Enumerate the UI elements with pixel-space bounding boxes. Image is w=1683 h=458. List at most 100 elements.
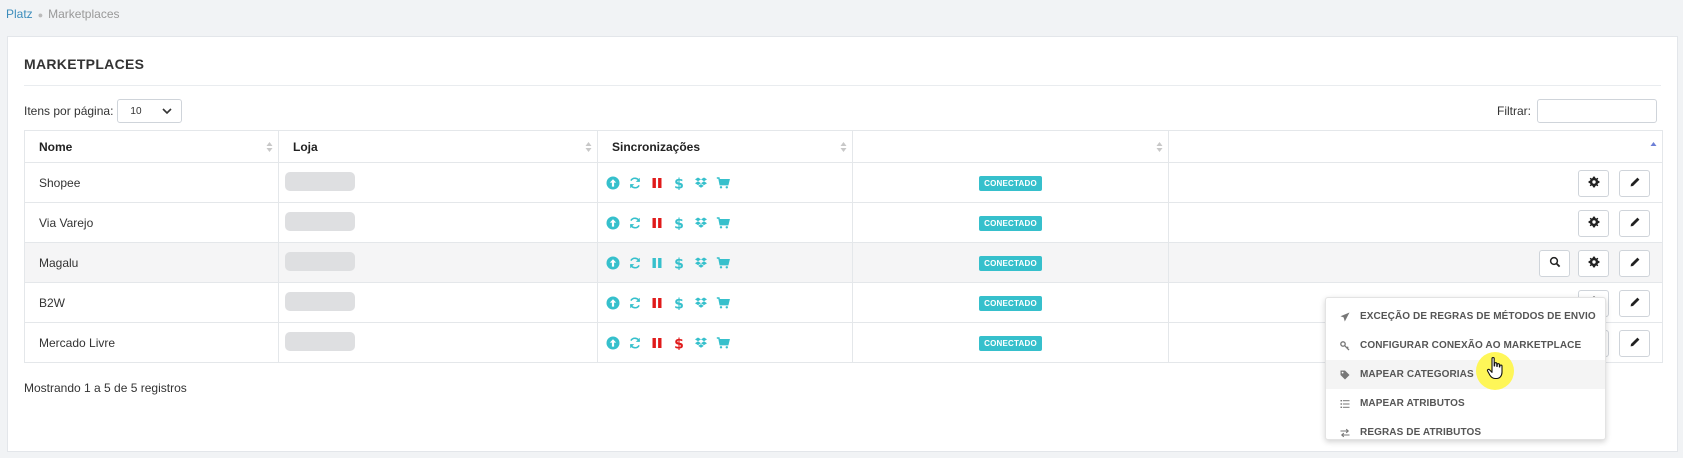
- orders-sync-button[interactable]: [716, 256, 730, 270]
- upload-sync-button[interactable]: [606, 216, 620, 230]
- filter-control: Filtrar:: [1497, 99, 1657, 123]
- price-sync-button[interactable]: $: [672, 176, 686, 190]
- pencil-icon: [1629, 216, 1641, 231]
- orders-sync-button[interactable]: [716, 216, 730, 230]
- upload-sync-button[interactable]: [606, 336, 620, 350]
- orders-sync-button[interactable]: [716, 336, 730, 350]
- edit-button[interactable]: [1619, 170, 1650, 197]
- cell-sincronizacoes: $: [597, 202, 853, 243]
- price-sync-button[interactable]: $: [672, 256, 686, 270]
- upload-sync-button[interactable]: [606, 176, 620, 190]
- pause-icon: [650, 216, 664, 230]
- cell-actions: [1168, 202, 1663, 243]
- edit-button[interactable]: [1619, 330, 1650, 357]
- pencil-icon: [1629, 296, 1641, 311]
- edit-button[interactable]: [1619, 290, 1650, 317]
- cart-icon: [716, 216, 730, 230]
- dollar-icon: $: [672, 336, 686, 350]
- cell-nome: Magalu: [24, 242, 279, 283]
- pause-sync-button[interactable]: [650, 216, 664, 230]
- table-row: Shopee $ CONECTADO: [24, 162, 1663, 203]
- orders-sync-button[interactable]: [716, 176, 730, 190]
- settings-button[interactable]: [1578, 170, 1609, 197]
- arrow-up-circle-icon: [606, 216, 620, 230]
- price-sync-button[interactable]: $: [672, 336, 686, 350]
- header-actions[interactable]: [1168, 130, 1663, 163]
- sync-icon: [628, 336, 642, 350]
- sort-both-icon: [840, 142, 847, 152]
- dropbox-icon: [694, 216, 708, 230]
- dollar-icon: $: [672, 216, 686, 230]
- gear-icon: [1588, 256, 1600, 271]
- dropdown-item[interactable]: MAPEAR ATRIBUTOS: [1326, 389, 1605, 418]
- sort-both-icon: [266, 142, 273, 152]
- settings-button[interactable]: [1578, 250, 1609, 277]
- header-status[interactable]: [852, 130, 1169, 163]
- dropdown-item-label: CONFIGURAR CONEXÃO AO MARKETPLACE: [1360, 340, 1582, 351]
- per-page-select[interactable]: 10: [117, 99, 183, 123]
- svg-text:$: $: [674, 216, 684, 230]
- dropdown-item[interactable]: CONFIGURAR CONEXÃO AO MARKETPLACE: [1326, 331, 1605, 360]
- arrow-up-circle-icon: [606, 296, 620, 310]
- pause-sync-button[interactable]: [650, 296, 664, 310]
- cell-loja: [278, 242, 598, 283]
- price-sync-button[interactable]: $: [672, 216, 686, 230]
- cell-loja: [278, 202, 598, 243]
- cell-loja: [278, 162, 598, 203]
- upload-sync-button[interactable]: [606, 296, 620, 310]
- stock-sync-button[interactable]: [694, 296, 708, 310]
- breadcrumb-home-link[interactable]: Platz: [6, 7, 33, 21]
- exchange-icon: [1340, 428, 1360, 438]
- stock-sync-button[interactable]: [694, 256, 708, 270]
- status-badge: CONECTADO: [979, 335, 1042, 351]
- cart-icon: [716, 176, 730, 190]
- price-sync-button[interactable]: $: [672, 296, 686, 310]
- refresh-sync-button[interactable]: [628, 176, 642, 190]
- cell-sincronizacoes: $: [597, 162, 853, 203]
- key-icon: [1340, 340, 1360, 351]
- stock-sync-button[interactable]: [694, 336, 708, 350]
- upload-sync-button[interactable]: [606, 256, 620, 270]
- pause-sync-button[interactable]: [650, 256, 664, 270]
- refresh-sync-button[interactable]: [628, 336, 642, 350]
- header-loja[interactable]: Loja: [278, 130, 598, 163]
- edit-button[interactable]: [1619, 250, 1650, 277]
- refresh-sync-button[interactable]: [628, 256, 642, 270]
- header-nome[interactable]: Nome: [24, 130, 279, 163]
- cell-status: CONECTADO: [852, 162, 1169, 203]
- redacted-store: [285, 251, 355, 271]
- settings-button[interactable]: [1578, 210, 1609, 237]
- cart-icon: [716, 256, 730, 270]
- cell-nome: Via Varejo: [24, 202, 279, 243]
- sync-icon: [628, 176, 642, 190]
- stock-sync-button[interactable]: [694, 216, 708, 230]
- pause-sync-button[interactable]: [650, 336, 664, 350]
- cell-loja: [278, 322, 598, 363]
- orders-sync-button[interactable]: [716, 296, 730, 310]
- redacted-store: [285, 331, 355, 351]
- dropdown-item[interactable]: REGRAS DE ATRIBUTOS: [1326, 418, 1605, 447]
- per-page-control: Itens por página: 10: [24, 99, 183, 123]
- pause-sync-button[interactable]: [650, 176, 664, 190]
- status-badge: CONECTADO: [979, 255, 1042, 271]
- edit-button[interactable]: [1619, 210, 1650, 237]
- status-badge: CONECTADO: [979, 175, 1042, 191]
- filter-input[interactable]: [1537, 99, 1657, 123]
- pencil-icon: [1629, 176, 1641, 191]
- header-sincronizacoes-label: Sincronizações: [612, 139, 701, 154]
- dropdown-item[interactable]: EXCEÇÃO DE REGRAS DE MÉTODOS DE ENVIO: [1326, 302, 1605, 331]
- cell-nome: Shopee: [24, 162, 279, 203]
- stock-sync-button[interactable]: [694, 176, 708, 190]
- sync-icon: [628, 296, 642, 310]
- dropbox-icon: [694, 296, 708, 310]
- dropdown-item[interactable]: MAPEAR CATEGORIAS: [1326, 360, 1605, 389]
- header-sincronizacoes[interactable]: Sincronizações: [597, 130, 853, 163]
- refresh-sync-button[interactable]: [628, 296, 642, 310]
- refresh-sync-button[interactable]: [628, 216, 642, 230]
- filter-label: Filtrar:: [1497, 104, 1531, 118]
- cell-status: CONECTADO: [852, 282, 1169, 323]
- search-icon: [1549, 256, 1561, 271]
- cell-nome: B2W: [24, 282, 279, 323]
- cart-icon: [716, 296, 730, 310]
- search-button[interactable]: [1539, 250, 1570, 277]
